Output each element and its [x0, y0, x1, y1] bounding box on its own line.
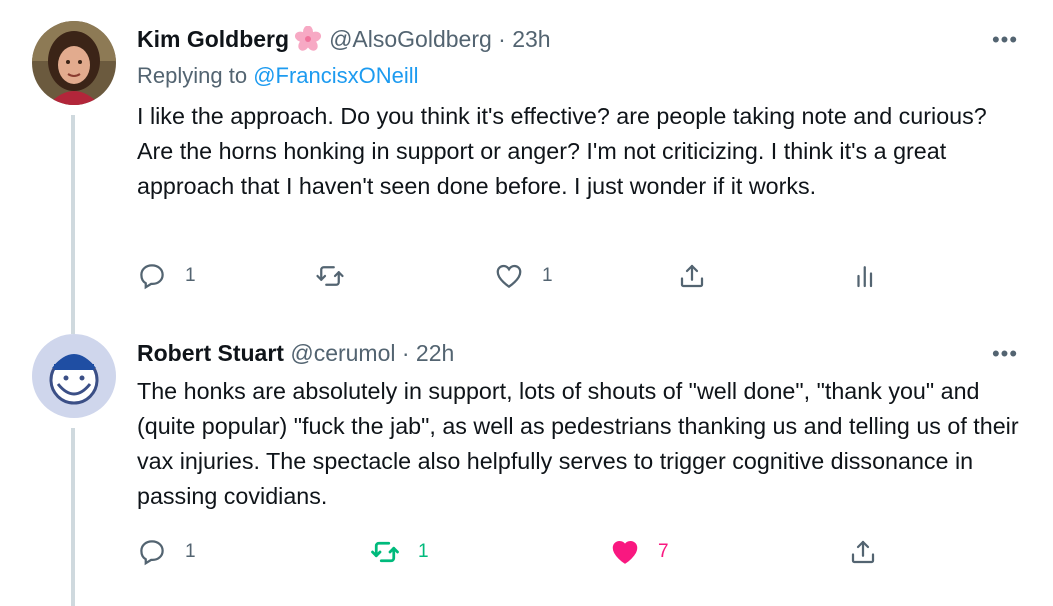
more-options-button[interactable]: •••: [988, 29, 1022, 51]
reply-button[interactable]: 1: [137, 261, 196, 291]
analytics-icon: [857, 266, 873, 288]
reply-button[interactable]: 1: [137, 537, 196, 567]
author-name[interactable]: Kim Goldberg: [137, 26, 289, 52]
cherry-blossom-icon: [293, 25, 323, 52]
like-count: 1: [542, 265, 553, 286]
tweet-actions: 1 1 7: [137, 537, 897, 567]
replying-handle-link[interactable]: @FrancisxONeill: [253, 63, 418, 88]
like-button[interactable]: 1: [494, 261, 553, 291]
retweet-icon: [371, 541, 399, 563]
tweet-kim-goldberg[interactable]: Kim Goldberg @AlsoGoldberg · 23h ••• Rep…: [0, 0, 1053, 320]
replying-to: Replying to @FrancisxONeill: [137, 61, 419, 91]
thread-line: [71, 115, 75, 320]
tweet-header: Kim Goldberg @AlsoGoldberg · 23h: [137, 24, 551, 54]
share-icon: [680, 264, 704, 288]
heart-icon: [496, 264, 522, 288]
retweet-count: 1: [418, 541, 429, 562]
reply-count: 1: [185, 265, 196, 286]
reply-count: 1: [185, 541, 196, 562]
retweet-button[interactable]: [315, 261, 363, 291]
more-options-button[interactable]: •••: [988, 343, 1022, 365]
thread-line-top: [71, 320, 75, 334]
tweet-actions: 1 1: [137, 261, 897, 291]
handle-and-time[interactable]: @AlsoGoldberg · 23h: [329, 26, 551, 52]
reply-icon: [140, 540, 164, 566]
retweet-icon: [316, 266, 344, 286]
tweet-text: I like the approach. Do you think it's e…: [137, 103, 987, 199]
handle-and-time[interactable]: @cerumol · 22h: [290, 340, 454, 366]
like-count: 7: [658, 541, 669, 562]
tweet-header: Robert Stuart @cerumol · 22h: [137, 338, 454, 368]
heart-icon: [612, 540, 638, 564]
tweet-robert-stuart[interactable]: Robert Stuart @cerumol · 22h ••• The hon…: [0, 320, 1053, 606]
author-name[interactable]: Robert Stuart: [137, 340, 284, 366]
retweet-button[interactable]: 1: [370, 537, 429, 567]
reply-icon: [140, 264, 164, 290]
share-button[interactable]: [677, 261, 707, 291]
tweet-text: The honks are absolutely in support, lot…: [137, 378, 1019, 509]
avatar[interactable]: [32, 21, 116, 105]
analytics-button[interactable]: [851, 261, 881, 291]
avatar[interactable]: [32, 334, 116, 418]
thread-line-bottom: [71, 428, 75, 606]
like-button[interactable]: 7: [610, 537, 669, 567]
share-button[interactable]: [848, 537, 878, 567]
replying-prefix: Replying to: [137, 63, 248, 88]
share-icon: [851, 540, 875, 564]
